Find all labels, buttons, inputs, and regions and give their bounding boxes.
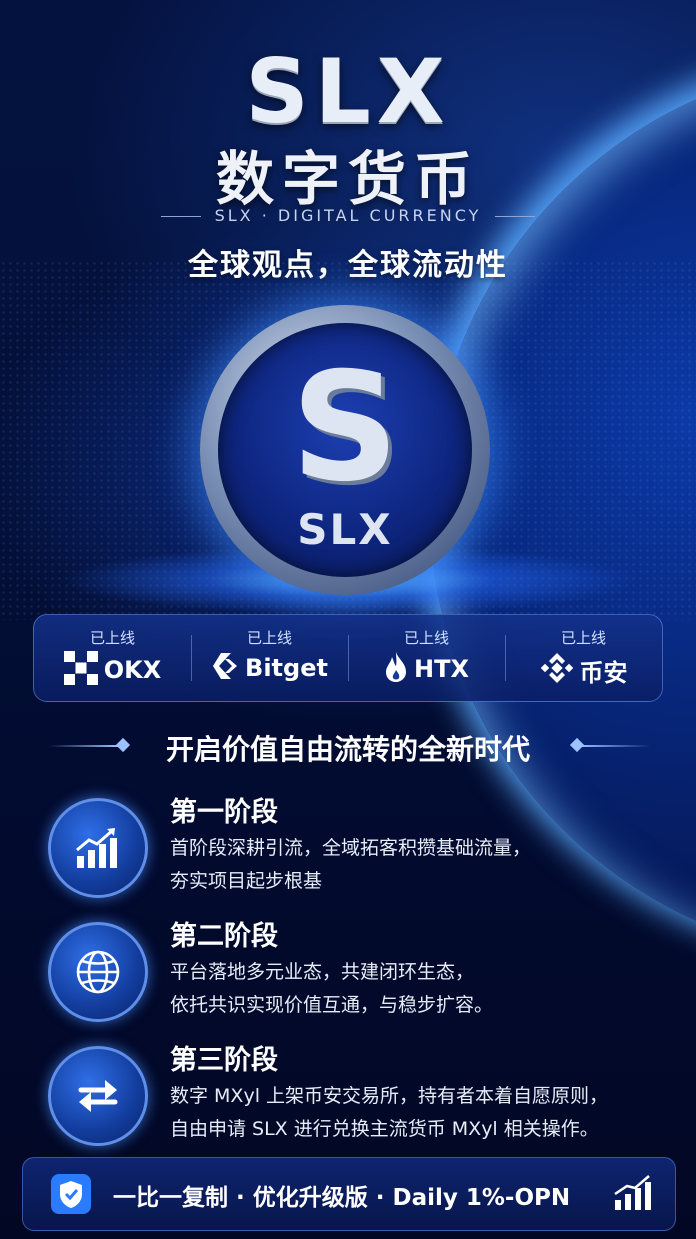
binance-logo-icon <box>540 651 574 689</box>
stage-title: 第三阶段 <box>170 1045 278 1076</box>
globe-icon <box>48 922 148 1022</box>
exchange-bitget: 已上线 Bitget <box>191 615 348 701</box>
exchange-name: Bitget <box>245 654 328 682</box>
stage-line: 数字 MXyl 上架币安交易所，持有者本着自愿原则， <box>170 1085 609 1107</box>
poster: SLX 数字货币 SLX · DIGITAL CURRENCY 全球观点，全球流… <box>0 0 696 1239</box>
exchange-binance: 已上线 币安 <box>505 615 662 701</box>
stage-description: 首阶段深耕引流，全域拓客积攒基础流量， 夯实项目起步根基 <box>170 832 670 898</box>
stage-line: 夯实项目起步根基 <box>170 870 323 892</box>
exchange-status: 已上线 <box>403 629 449 647</box>
subtitle-line-right <box>495 216 536 217</box>
exchange-arrows-icon <box>48 1046 148 1146</box>
brand-title: SLX <box>245 40 451 143</box>
subtitle-text: SLX · DIGITAL CURRENCY <box>214 206 482 225</box>
okx-logo-icon <box>63 651 98 689</box>
subtitle-en: SLX · DIGITAL CURRENCY <box>0 206 696 225</box>
exchange-listings: 已上线 OKX 已上线 Bitget 已上线 HTX 已上线 币安 <box>33 614 663 702</box>
exchange-name: 币安 <box>579 658 628 687</box>
shield-icon <box>51 1174 91 1214</box>
slx-coin: S SLX <box>200 305 490 595</box>
coin-label: SLX <box>297 505 393 554</box>
stage-three: 第三阶段 数字 MXyl 上架币安交易所，持有者本着自愿原则， 自由申请 SLX… <box>48 1038 668 1148</box>
footer-text: 一比一复制 · 优化升级版 · Daily 1%-OPN <box>113 1185 571 1211</box>
exchange-status: 已上线 <box>89 629 135 647</box>
stage-line: 首阶段深耕引流，全域拓客积攒基础流量， <box>170 837 532 859</box>
section-title: 开启价值自由流转的全新时代 <box>165 733 530 766</box>
stage-description: 平台落地多元业态，共建闭环生态， 依托共识实现价值互通，与稳步扩容。 <box>170 956 670 1022</box>
coin-face: S SLX <box>218 323 472 577</box>
stage-title: 第一阶段 <box>170 797 278 828</box>
subtitle-line-left <box>160 216 201 217</box>
exchange-name: HTX <box>414 655 469 683</box>
bar-chart-icon <box>613 1174 653 1216</box>
exchange-status: 已上线 <box>246 629 292 647</box>
stage-description: 数字 MXyl 上架币安交易所，持有者本着自愿原则， 自由申请 SLX 进行兑换… <box>170 1080 670 1146</box>
bitget-logo-icon <box>211 651 239 685</box>
stage-two: 第二阶段 平台落地多元业态，共建闭环生态， 依托共识实现价值互通，与稳步扩容。 <box>48 914 668 1024</box>
stage-line: 平台落地多元业态，共建闭环生态， <box>170 961 475 983</box>
exchange-status: 已上线 <box>560 629 606 647</box>
htx-flame-icon <box>384 651 408 687</box>
coin-letter: S <box>290 341 400 515</box>
exchange-okx: 已上线 OKX <box>34 615 191 701</box>
slogan: 全球观点，全球流动性 <box>188 248 508 283</box>
section-deco-right <box>580 745 650 747</box>
title-cn: 数字货币 <box>215 145 480 213</box>
stage-one: 第一阶段 首阶段深耕引流，全域拓客积攒基础流量， 夯实项目起步根基 <box>48 790 668 900</box>
stage-title: 第二阶段 <box>170 921 278 952</box>
exchange-htx: 已上线 HTX <box>348 615 505 701</box>
stage-line: 依托共识实现价值互通，与稳步扩容。 <box>170 994 494 1016</box>
footer-banner: 一比一复制 · 优化升级版 · Daily 1%-OPN <box>22 1157 676 1231</box>
exchange-name: OKX <box>103 656 162 684</box>
growth-chart-icon <box>48 798 148 898</box>
stage-line: 自由申请 SLX 进行兑换主流货币 MXyl 相关操作。 <box>170 1118 599 1140</box>
